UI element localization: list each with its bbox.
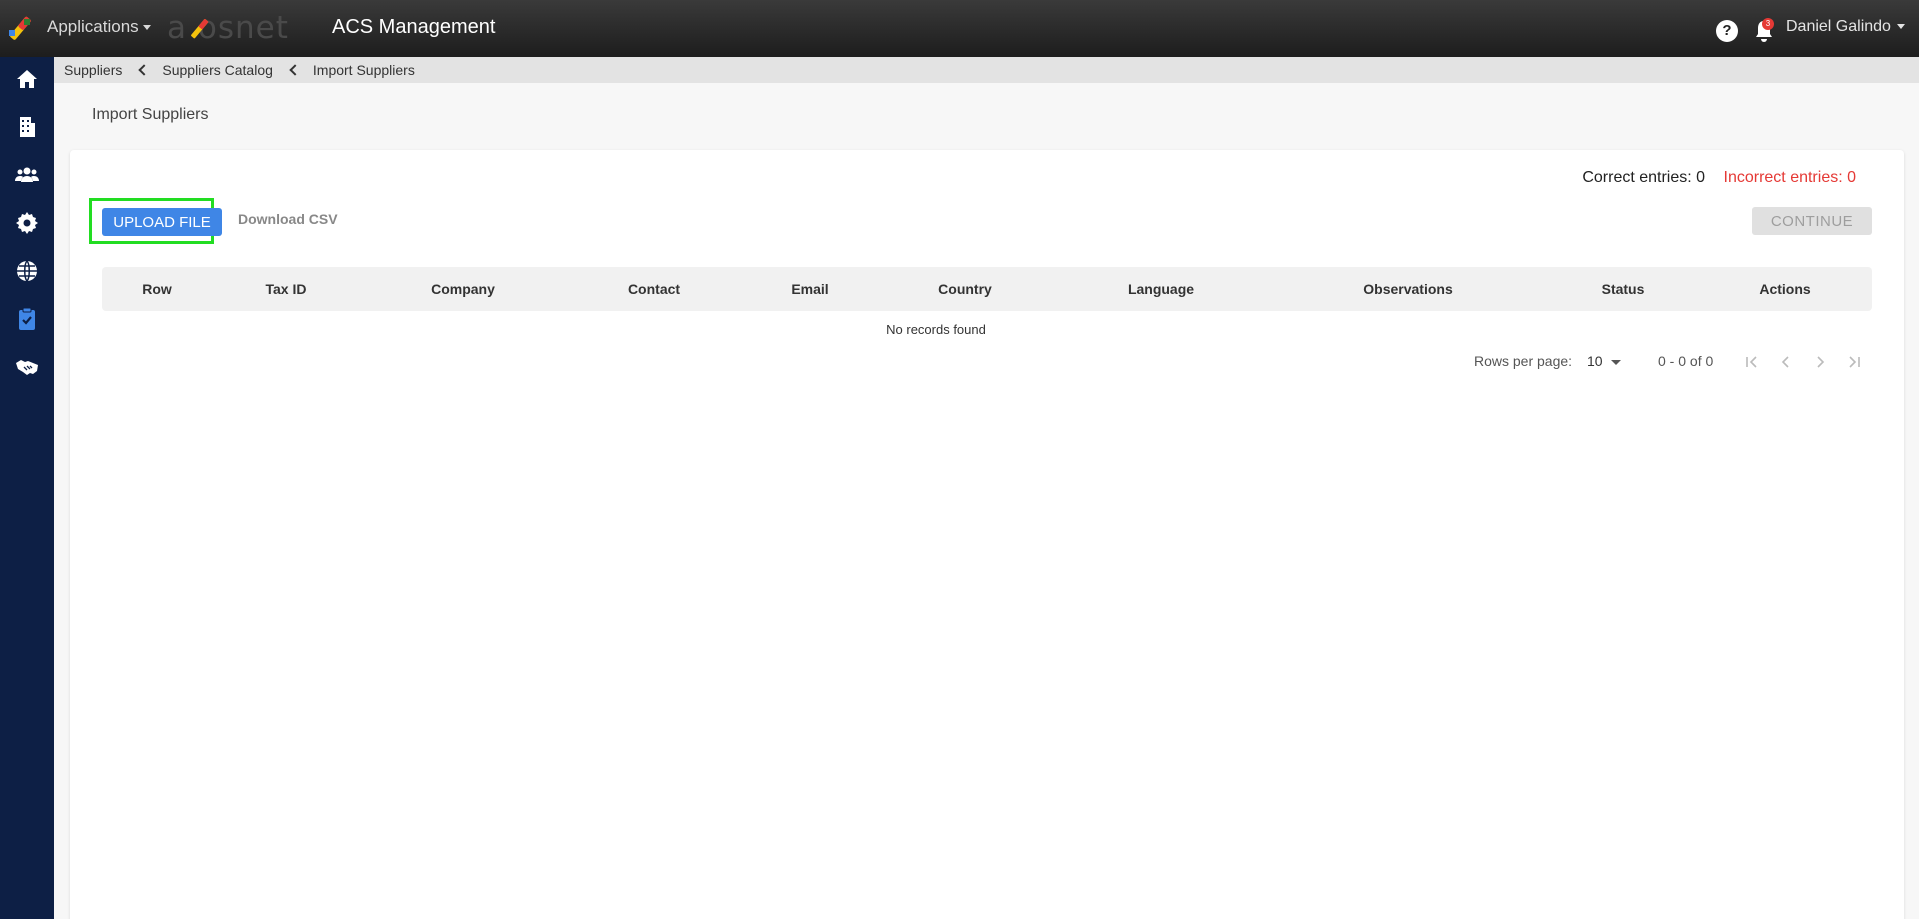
import-card: Correct entries: 0 Incorrect entries: 0 … bbox=[70, 150, 1904, 919]
sidebar-item-companies[interactable] bbox=[11, 111, 43, 143]
sidebar-item-settings[interactable] bbox=[11, 207, 43, 239]
download-csv-link[interactable]: Download CSV bbox=[238, 211, 338, 227]
rows-per-page-select[interactable]: 10 bbox=[1587, 353, 1621, 369]
chevron-right-icon bbox=[1817, 356, 1825, 368]
column-header-observations[interactable]: Observations bbox=[1363, 281, 1452, 297]
caret-down-icon bbox=[142, 25, 151, 31]
user-menu[interactable]: Daniel Galindo bbox=[1786, 18, 1905, 36]
brand-name: a osnet bbox=[167, 10, 289, 46]
users-icon bbox=[15, 167, 39, 182]
first-page-icon bbox=[1746, 356, 1757, 368]
app-logo-icon[interactable] bbox=[6, 14, 34, 42]
last-page-button[interactable] bbox=[1843, 351, 1865, 373]
brand-logo: a osnet bbox=[167, 10, 289, 46]
last-page-icon bbox=[1849, 356, 1860, 368]
chevron-left-icon bbox=[138, 64, 151, 76]
sidebar-item-suppliers[interactable] bbox=[11, 303, 43, 335]
globe-icon bbox=[17, 260, 37, 282]
breadcrumb-import-suppliers: Import Suppliers bbox=[312, 62, 415, 78]
sidebar bbox=[0, 57, 54, 919]
chevron-left-icon bbox=[289, 64, 301, 76]
continue-button[interactable]: CONTINUE bbox=[1752, 207, 1872, 235]
user-name: Daniel Galindo bbox=[1786, 18, 1891, 35]
upload-file-button[interactable]: UPLOAD FILE bbox=[102, 208, 222, 236]
app-title: ACS Management bbox=[332, 16, 496, 38]
column-header-contact[interactable]: Contact bbox=[628, 281, 680, 297]
rows-per-page-value: 10 bbox=[1587, 353, 1603, 369]
brand-mark-icon bbox=[191, 19, 209, 39]
column-header-email[interactable]: Email bbox=[791, 281, 828, 297]
pagination-range: 0 - 0 of 0 bbox=[1658, 353, 1714, 369]
first-page-button[interactable] bbox=[1741, 351, 1763, 373]
home-icon bbox=[17, 70, 37, 88]
correct-entries: Correct entries: 0 bbox=[1582, 169, 1706, 186]
column-header-actions: Actions bbox=[1759, 281, 1811, 297]
caret-down-icon bbox=[1896, 24, 1905, 30]
empty-table-message: No records found bbox=[886, 322, 986, 337]
entries-summary: Correct entries: 0 Incorrect entries: 0 bbox=[1582, 169, 1856, 187]
incorrect-entries: Incorrect entries: 0 bbox=[1723, 169, 1857, 186]
breadcrumb-suppliers-catalog[interactable]: Suppliers Catalog bbox=[162, 62, 273, 78]
applications-menu[interactable]: Applications bbox=[47, 17, 151, 37]
previous-page-button[interactable] bbox=[1775, 351, 1797, 373]
sidebar-item-partners[interactable] bbox=[11, 351, 43, 383]
help-icon[interactable]: ? bbox=[1716, 20, 1738, 42]
rows-per-page-label: Rows per page: bbox=[1474, 353, 1573, 369]
next-page-button[interactable] bbox=[1809, 351, 1831, 373]
table-header: Row Tax ID Company Contact Email Country… bbox=[102, 267, 1872, 311]
sidebar-item-users[interactable] bbox=[11, 159, 43, 191]
gear-icon bbox=[16, 212, 38, 234]
breadcrumb-suppliers[interactable]: Suppliers bbox=[64, 62, 122, 78]
clipboard-check-icon bbox=[19, 307, 35, 330]
notification-badge: 3 bbox=[1762, 18, 1774, 30]
caret-down-icon bbox=[1610, 359, 1621, 365]
column-header-status[interactable]: Status bbox=[1602, 281, 1645, 297]
column-header-tax-id[interactable]: Tax ID bbox=[266, 281, 307, 297]
handshake-icon bbox=[16, 360, 38, 375]
sidebar-item-regions[interactable] bbox=[11, 255, 43, 287]
column-header-company[interactable]: Company bbox=[431, 281, 495, 297]
top-bar: Applications a osnet ACS Management ? 3 … bbox=[0, 0, 1919, 57]
sidebar-item-home[interactable] bbox=[11, 63, 43, 95]
column-header-language[interactable]: Language bbox=[1128, 281, 1194, 297]
building-icon bbox=[20, 117, 35, 137]
column-header-country[interactable]: Country bbox=[938, 281, 992, 297]
breadcrumb: Suppliers Suppliers Catalog Import Suppl… bbox=[54, 57, 1919, 83]
applications-label: Applications bbox=[47, 17, 139, 36]
chevron-left-icon bbox=[1781, 356, 1789, 368]
page-title: Import Suppliers bbox=[92, 106, 209, 123]
column-header-row[interactable]: Row bbox=[142, 281, 172, 297]
